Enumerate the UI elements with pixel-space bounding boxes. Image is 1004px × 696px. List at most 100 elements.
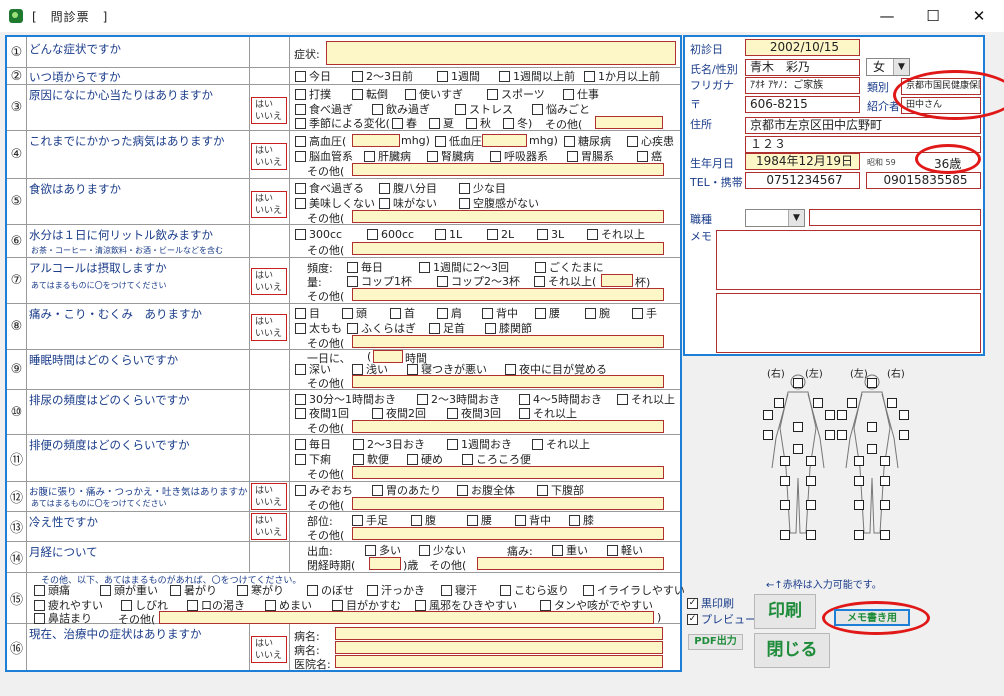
checkbox[interactable]: それ以上 bbox=[519, 406, 577, 420]
checkbox[interactable]: 300cc bbox=[295, 227, 342, 241]
clinic-input[interactable] bbox=[335, 655, 663, 668]
body-point[interactable] bbox=[887, 398, 897, 408]
checkbox[interactable]: 深い bbox=[295, 362, 331, 376]
other-input[interactable] bbox=[352, 420, 664, 433]
body-point[interactable] bbox=[899, 430, 909, 440]
checkbox[interactable]: 下痢 bbox=[295, 452, 331, 466]
checkbox[interactable]: 軽い bbox=[607, 543, 643, 557]
checkbox[interactable]: 少ない bbox=[419, 543, 466, 557]
close-window-button[interactable]: ✕ bbox=[956, 0, 1002, 32]
checkbox[interactable]: 少な目 bbox=[459, 181, 506, 195]
symptom-input[interactable] bbox=[326, 41, 676, 65]
maximize-button[interactable]: ☐ bbox=[910, 0, 956, 32]
tel-field[interactable]: 0751234567 bbox=[745, 172, 860, 189]
body-point[interactable] bbox=[854, 500, 864, 510]
checkbox[interactable]: 頭 bbox=[342, 306, 367, 320]
body-point[interactable] bbox=[825, 430, 835, 440]
close-button[interactable]: 閉じる bbox=[754, 633, 830, 668]
checkbox[interactable]: 下腹部 bbox=[537, 483, 584, 497]
checkbox[interactable]: 毎日 bbox=[347, 260, 383, 274]
checkbox[interactable]: 目がかすむ bbox=[332, 598, 401, 612]
checkbox[interactable]: 夜間1回 bbox=[295, 406, 349, 420]
mobile-field[interactable]: 09015835585 bbox=[866, 172, 981, 189]
body-point[interactable] bbox=[837, 430, 847, 440]
other-input[interactable] bbox=[352, 466, 664, 479]
other-input[interactable] bbox=[352, 497, 664, 510]
checkbox[interactable]: 手 bbox=[632, 306, 657, 320]
checkbox[interactable]: 1か月以上前 bbox=[584, 69, 660, 83]
checkbox[interactable]: 今日 bbox=[295, 69, 331, 83]
checkbox[interactable]: コップ2〜3杯 bbox=[437, 274, 520, 288]
body-point[interactable] bbox=[880, 530, 890, 540]
checkbox[interactable]: 食べ過ぎる bbox=[295, 181, 364, 195]
other-input[interactable] bbox=[159, 611, 654, 624]
checkbox[interactable]: 首 bbox=[390, 306, 415, 320]
checkbox[interactable]: 太もも bbox=[295, 321, 342, 335]
checkbox[interactable]: 口の渇き bbox=[187, 598, 245, 612]
memo-field-1[interactable] bbox=[716, 230, 981, 290]
other-input[interactable] bbox=[595, 116, 663, 129]
checkbox[interactable]: 呼吸器系 bbox=[490, 149, 548, 163]
job-field[interactable] bbox=[809, 209, 981, 226]
checkbox[interactable]: コップ1杯 bbox=[347, 274, 412, 288]
other-input[interactable] bbox=[352, 163, 664, 176]
checkbox[interactable]: 600cc bbox=[367, 227, 414, 241]
checkbox[interactable]: 季節による変化( bbox=[295, 116, 390, 130]
body-point[interactable] bbox=[780, 456, 790, 466]
other-input[interactable] bbox=[352, 242, 664, 255]
checkbox[interactable]: 秋 bbox=[466, 116, 491, 130]
menopause-age-input[interactable] bbox=[369, 557, 401, 570]
body-point[interactable] bbox=[763, 430, 773, 440]
checkbox[interactable]: 膝 bbox=[569, 513, 594, 527]
checkbox[interactable]: 目 bbox=[295, 306, 320, 320]
checkbox[interactable]: 3L bbox=[537, 227, 564, 241]
body-point[interactable] bbox=[837, 410, 847, 420]
minimize-button[interactable]: — bbox=[864, 0, 910, 32]
checkbox[interactable]: 腎臓病 bbox=[427, 149, 474, 163]
checkbox[interactable]: 空腹感がない bbox=[459, 196, 539, 210]
checkbox[interactable]: ふくらはぎ bbox=[347, 321, 416, 335]
checkbox[interactable]: こむら返り bbox=[500, 583, 569, 597]
checkbox[interactable]: のぼせ bbox=[307, 583, 354, 597]
checkbox[interactable]: イライラしやすい bbox=[583, 583, 685, 597]
checkbox[interactable]: 打撲 bbox=[295, 87, 331, 101]
body-point[interactable] bbox=[880, 500, 890, 510]
job-select[interactable]: ▼ bbox=[745, 209, 805, 227]
body-point[interactable] bbox=[793, 444, 803, 454]
checkbox[interactable]: 夜中に目が覚める bbox=[505, 362, 607, 376]
checkbox[interactable]: 食べ過ぎ bbox=[295, 102, 353, 116]
checkbox[interactable]: 冬) bbox=[503, 116, 532, 130]
checkbox[interactable]: 風邪をひきやすい bbox=[415, 598, 517, 612]
checkbox[interactable]: 重い bbox=[552, 543, 588, 557]
body-point[interactable] bbox=[867, 378, 877, 388]
other-input[interactable] bbox=[352, 335, 664, 348]
checkbox[interactable]: 1週間以上前 bbox=[499, 69, 575, 83]
body-point[interactable] bbox=[880, 456, 890, 466]
checkbox[interactable]: スポーツ bbox=[487, 87, 545, 101]
other-input[interactable] bbox=[352, 375, 664, 388]
body-point[interactable] bbox=[793, 422, 803, 432]
disease-input-1[interactable] bbox=[335, 627, 663, 640]
checkbox[interactable]: それ以上 bbox=[587, 227, 645, 241]
yes-no-box[interactable]: はい いいえ bbox=[251, 268, 287, 295]
checkbox[interactable]: 頭痛 bbox=[34, 583, 70, 597]
checkbox[interactable]: 悩みごと bbox=[532, 102, 590, 116]
checkbox[interactable]: 高血圧( bbox=[295, 134, 346, 148]
checkbox[interactable]: 使いすぎ bbox=[405, 87, 463, 101]
checkbox[interactable]: 寝つきが悪い bbox=[407, 362, 487, 376]
checkbox[interactable]: タンや咳がでやすい bbox=[540, 598, 653, 612]
body-point[interactable] bbox=[806, 500, 816, 510]
checkbox[interactable]: 肝臓病 bbox=[364, 149, 411, 163]
body-point[interactable] bbox=[854, 530, 864, 540]
checkbox[interactable]: 脳血管系 bbox=[295, 149, 353, 163]
checkbox[interactable]: 多い bbox=[365, 543, 401, 557]
body-point[interactable] bbox=[780, 500, 790, 510]
checkbox[interactable]: 胃のあたり bbox=[372, 483, 441, 497]
yes-no-box[interactable]: はい いいえ bbox=[251, 97, 287, 124]
checkbox[interactable]: 腹八分目 bbox=[379, 181, 437, 195]
checkbox[interactable]: 1L bbox=[435, 227, 462, 241]
checkbox[interactable]: 癌 bbox=[637, 149, 662, 163]
yes-no-box[interactable]: はい いいえ bbox=[251, 636, 287, 663]
checkbox[interactable]: 味がない bbox=[379, 196, 437, 210]
checkbox[interactable]: 背中 bbox=[515, 513, 551, 527]
